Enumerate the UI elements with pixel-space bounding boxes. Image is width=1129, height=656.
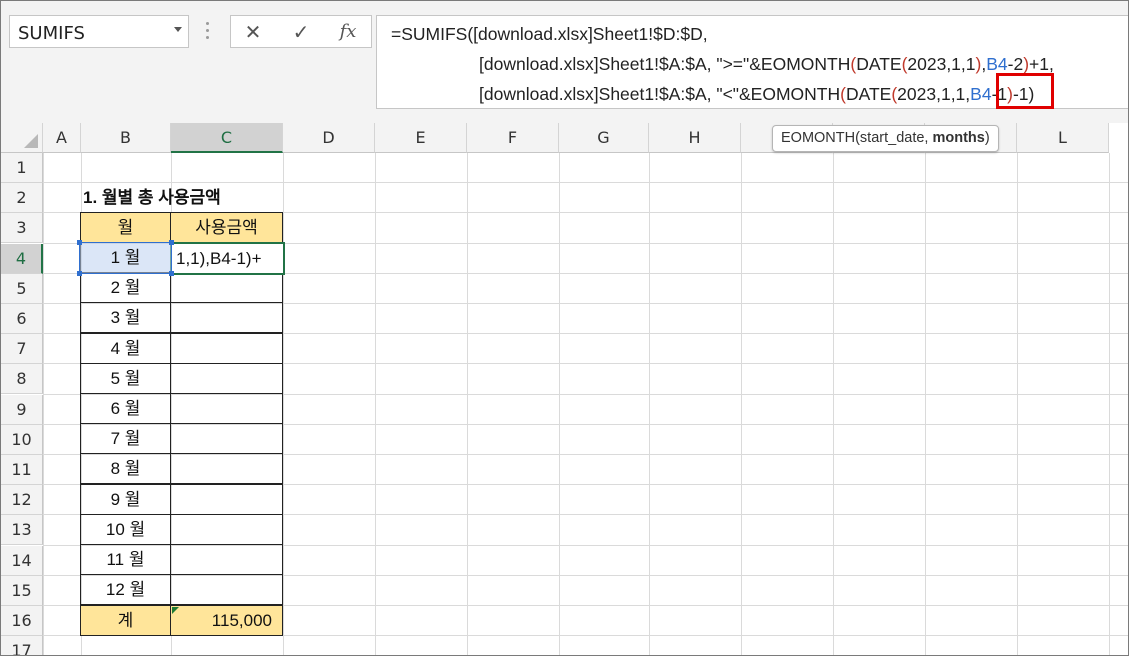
column-header-g[interactable]: G bbox=[559, 123, 649, 153]
row-header-6[interactable]: 6 bbox=[1, 304, 43, 334]
row-header-12[interactable]: 12 bbox=[1, 485, 43, 516]
row-header-10[interactable]: 10 bbox=[1, 424, 43, 455]
gridline bbox=[649, 153, 650, 655]
row-header-7[interactable]: 7 bbox=[1, 334, 43, 365]
month-cell[interactable]: 8 월 bbox=[80, 453, 171, 485]
formula-line-3: [download.xlsx]Sheet1!$A:$A, "<"&EOMONTH… bbox=[479, 84, 1035, 104]
column-header-h[interactable]: H bbox=[649, 123, 741, 153]
amount-cell[interactable] bbox=[170, 423, 283, 455]
column-header-c[interactable]: C bbox=[171, 123, 283, 153]
row-header-11[interactable]: 11 bbox=[1, 455, 43, 485]
row-header-4[interactable]: 4 bbox=[1, 243, 43, 274]
amount-cell[interactable] bbox=[170, 483, 283, 515]
total-value[interactable]: 115,000 bbox=[170, 605, 283, 636]
month-cell[interactable]: 1 월 bbox=[81, 244, 170, 272]
month-cell[interactable]: 6 월 bbox=[80, 393, 171, 424]
close-icon[interactable]: ✕ bbox=[239, 20, 267, 44]
header-amount[interactable]: 사용금액 bbox=[170, 212, 283, 243]
select-all-corner[interactable] bbox=[1, 123, 43, 153]
month-cell[interactable]: 12 월 bbox=[80, 574, 171, 606]
gridline bbox=[1017, 153, 1018, 655]
row-header-5[interactable]: 5 bbox=[1, 273, 43, 304]
amount-cell[interactable] bbox=[170, 453, 283, 485]
ref-handle[interactable] bbox=[169, 240, 174, 245]
header-month[interactable]: 월 bbox=[80, 212, 171, 243]
month-cell[interactable]: 4 월 bbox=[80, 332, 171, 364]
amount-cell[interactable] bbox=[170, 362, 283, 394]
month-cell[interactable]: 10 월 bbox=[80, 513, 171, 545]
ref-handle[interactable] bbox=[77, 271, 82, 276]
amount-cell[interactable] bbox=[170, 332, 283, 364]
gridline bbox=[741, 153, 742, 655]
row-header-8[interactable]: 8 bbox=[1, 364, 43, 395]
gridline bbox=[283, 153, 284, 655]
row-header-17[interactable]: 17 bbox=[1, 636, 43, 655]
amount-cell[interactable] bbox=[170, 302, 283, 334]
checkmark-icon[interactable]: ✓ bbox=[287, 20, 315, 44]
gridline bbox=[833, 153, 834, 655]
row-header-15[interactable]: 15 bbox=[1, 575, 43, 606]
name-box[interactable]: SUMIFS bbox=[9, 15, 189, 48]
chevron-down-icon[interactable] bbox=[174, 27, 182, 32]
ref-handle[interactable] bbox=[169, 271, 174, 276]
amount-cell[interactable] bbox=[170, 272, 283, 304]
formula-line-1: =SUMIFS([download.xlsx]Sheet1!$D:$D, bbox=[391, 24, 708, 44]
sheet-title[interactable]: 1. 월별 총 사용금액 bbox=[83, 183, 343, 213]
column-header-l[interactable]: L bbox=[1017, 123, 1109, 153]
function-tooltip[interactable]: EOMONTH(start_date, months) bbox=[772, 125, 999, 152]
column-header-b[interactable]: B bbox=[81, 123, 171, 153]
gridline bbox=[43, 153, 44, 655]
row-header-2[interactable]: 2 bbox=[1, 183, 43, 214]
month-cell[interactable]: 9 월 bbox=[80, 483, 171, 515]
column-header-a[interactable]: A bbox=[43, 123, 81, 153]
gridline bbox=[925, 153, 926, 655]
excel-window: SUMIFS ✕ ✓ fx =SUMIFS([download.xlsx]She… bbox=[0, 0, 1129, 656]
row-header-9[interactable]: 9 bbox=[1, 394, 43, 425]
gridline bbox=[559, 153, 560, 655]
row-header-16[interactable]: 16 bbox=[1, 606, 43, 636]
function-icon[interactable]: fx bbox=[334, 20, 362, 44]
row-header-1[interactable]: 1 bbox=[1, 153, 43, 183]
name-box-value: SUMIFS bbox=[18, 23, 85, 44]
error-indicator bbox=[172, 607, 179, 614]
month-cell[interactable]: 2 월 bbox=[80, 272, 171, 304]
formula-bar-area: SUMIFS ✕ ✓ fx =SUMIFS([download.xlsx]She… bbox=[1, 1, 1128, 123]
highlight-box bbox=[996, 73, 1054, 109]
row-header-14[interactable]: 14 bbox=[1, 545, 43, 576]
more-options-icon bbox=[206, 19, 210, 43]
ref-handle[interactable] bbox=[77, 240, 82, 245]
formula-line-2: [download.xlsx]Sheet1!$A:$A, ">="&EOMONT… bbox=[479, 54, 1054, 74]
total-label[interactable]: 계 bbox=[80, 605, 171, 636]
month-cell[interactable]: 5 월 bbox=[80, 362, 171, 394]
gridline bbox=[375, 153, 376, 655]
column-header-f[interactable]: F bbox=[467, 123, 559, 153]
formula-controls: ✕ ✓ fx bbox=[230, 15, 372, 48]
gridline bbox=[467, 153, 468, 655]
column-header-d[interactable]: D bbox=[283, 123, 375, 153]
amount-cell[interactable] bbox=[170, 513, 283, 545]
column-header-e[interactable]: E bbox=[375, 123, 467, 153]
row-header-13[interactable]: 13 bbox=[1, 515, 43, 546]
amount-cell[interactable] bbox=[170, 574, 283, 606]
amount-cell[interactable] bbox=[170, 544, 283, 575]
month-cell[interactable]: 3 월 bbox=[80, 302, 171, 334]
row-header-3[interactable]: 3 bbox=[1, 213, 43, 244]
active-cell-c4[interactable]: 1,1),B4-1)+ bbox=[170, 242, 285, 275]
month-cell[interactable]: 11 월 bbox=[80, 544, 171, 575]
amount-cell[interactable] bbox=[170, 393, 283, 424]
month-cell[interactable]: 7 월 bbox=[80, 423, 171, 455]
gridline bbox=[1109, 153, 1110, 655]
